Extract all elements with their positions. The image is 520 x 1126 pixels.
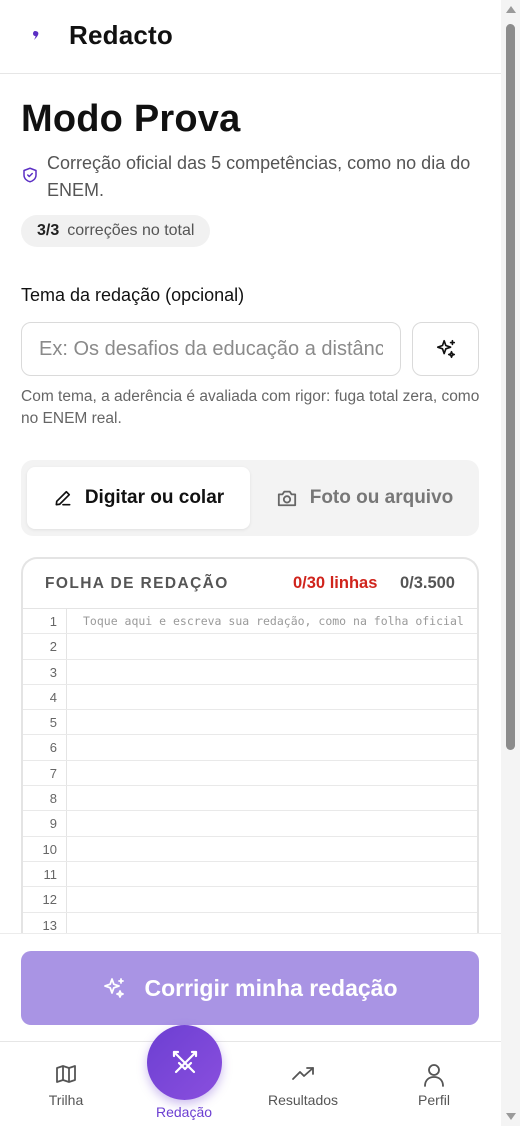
tab-label: Foto ou arquivo [309, 487, 454, 508]
sheet-line[interactable]: 9 [23, 811, 477, 837]
tab-type-or-paste[interactable]: Digitar ou colar [27, 467, 250, 529]
sparkles-icon [104, 978, 125, 998]
line-number: 6 [23, 735, 67, 760]
suggest-theme-button[interactable] [412, 322, 479, 376]
nav-label-redacao: Redação [155, 1104, 213, 1120]
correct-essay-label: Corrigir minha redação [144, 974, 398, 1001]
line-number: 5 [23, 710, 67, 735]
usage-badge: 3/3 correções no total [21, 215, 211, 247]
sheet-header: FOLHA DE REDAÇÃO 0/30 linhas 0/3.500 [23, 559, 477, 609]
sheet-line[interactable]: 5 [23, 710, 477, 736]
nav-label: Resultados [267, 1092, 339, 1108]
bottom-nav: Trilha Resultados Perfil [0, 1041, 501, 1126]
line-number: 4 [23, 684, 67, 710]
sheet-line[interactable]: 12 [23, 887, 477, 913]
sheet-line[interactable]: 3 [23, 659, 477, 685]
scrollbar-thumb[interactable] [506, 24, 515, 750]
nav-label: Trilha [48, 1092, 84, 1108]
pencil-icon [55, 490, 71, 506]
app-header: Redacto [0, 0, 501, 74]
sheet-title: FOLHA DE REDAÇÃO [45, 575, 229, 592]
correct-essay-button[interactable]: Corrigir minha redação [21, 951, 479, 1025]
sheet-line[interactable]: 7 [23, 760, 477, 787]
camera-icon [277, 490, 296, 507]
input-mode-tabs: Digitar ou colar Foto ou arquivo [21, 460, 479, 536]
sheet-line[interactable]: 8 [23, 786, 477, 812]
line-counter: 0/30 linhas [293, 574, 378, 592]
theme-label: Tema da redação (opcional) [21, 285, 245, 305]
line-number: 1 [23, 609, 67, 634]
app-title: Redacto [69, 20, 173, 50]
line-number: 11 [23, 861, 67, 887]
usage-count: 3/3 [37, 222, 60, 239]
line-number: 10 [23, 836, 67, 861]
swords-icon [172, 1050, 197, 1073]
scroll-up-arrow-icon[interactable] [506, 6, 516, 13]
sheet-line[interactable]: 11 [23, 861, 477, 888]
page-subtitle: Correção oficial das 5 competências, com… [47, 153, 471, 200]
theme-input[interactable] [21, 322, 401, 376]
usage-label: correções no total [67, 222, 195, 239]
character-counter: 0/3.500 [399, 574, 455, 592]
logo-icon [33, 31, 39, 40]
sheet-line[interactable]: 10 [23, 836, 477, 862]
sheet-line[interactable]: 4 [23, 684, 477, 711]
sparkles-icon [436, 339, 455, 359]
essay-sheet[interactable]: FOLHA DE REDAÇÃO 0/30 linhas 0/3.500 1 To… [21, 557, 479, 947]
nav-item-redacao[interactable] [147, 1025, 222, 1100]
tab-photo-or-file[interactable]: Foto ou arquivo [256, 467, 473, 529]
line-number: 2 [23, 634, 67, 659]
line-number: 8 [23, 786, 67, 811]
scroll-down-arrow-icon[interactable] [506, 1113, 516, 1120]
theme-hint: Com tema, a aderência é avaliada com rig… [21, 388, 480, 427]
map-icon [56, 1065, 76, 1083]
sheet-line[interactable]: 2 [23, 634, 477, 660]
sheet-lines[interactable]: 1 Toque aqui e escreva sua redação, como … [23, 609, 477, 938]
trending-up-icon [292, 1067, 314, 1080]
line-number: 12 [23, 887, 67, 912]
user-icon [424, 1064, 444, 1087]
scrollbar[interactable] [501, 0, 520, 1126]
page-title: Modo Prova [21, 98, 241, 140]
nav-item-perfil[interactable]: Perfil [384, 1042, 484, 1126]
line-number: 7 [23, 760, 67, 786]
sheet-line[interactable]: 1 Toque aqui e escreva sua redação, como … [23, 609, 477, 635]
line-number: 9 [23, 811, 67, 836]
nav-item-trilha[interactable]: Trilha [16, 1042, 116, 1126]
essay-placeholder: Toque aqui e escreva sua redação, como n… [83, 614, 464, 628]
nav-item-resultados[interactable]: Resultados [253, 1042, 353, 1126]
line-number: 3 [23, 659, 67, 684]
nav-label: Perfil [418, 1092, 450, 1108]
sheet-line[interactable]: 6 [23, 735, 477, 761]
tab-label: Digitar ou colar [84, 487, 225, 508]
shield-icon [23, 167, 37, 183]
